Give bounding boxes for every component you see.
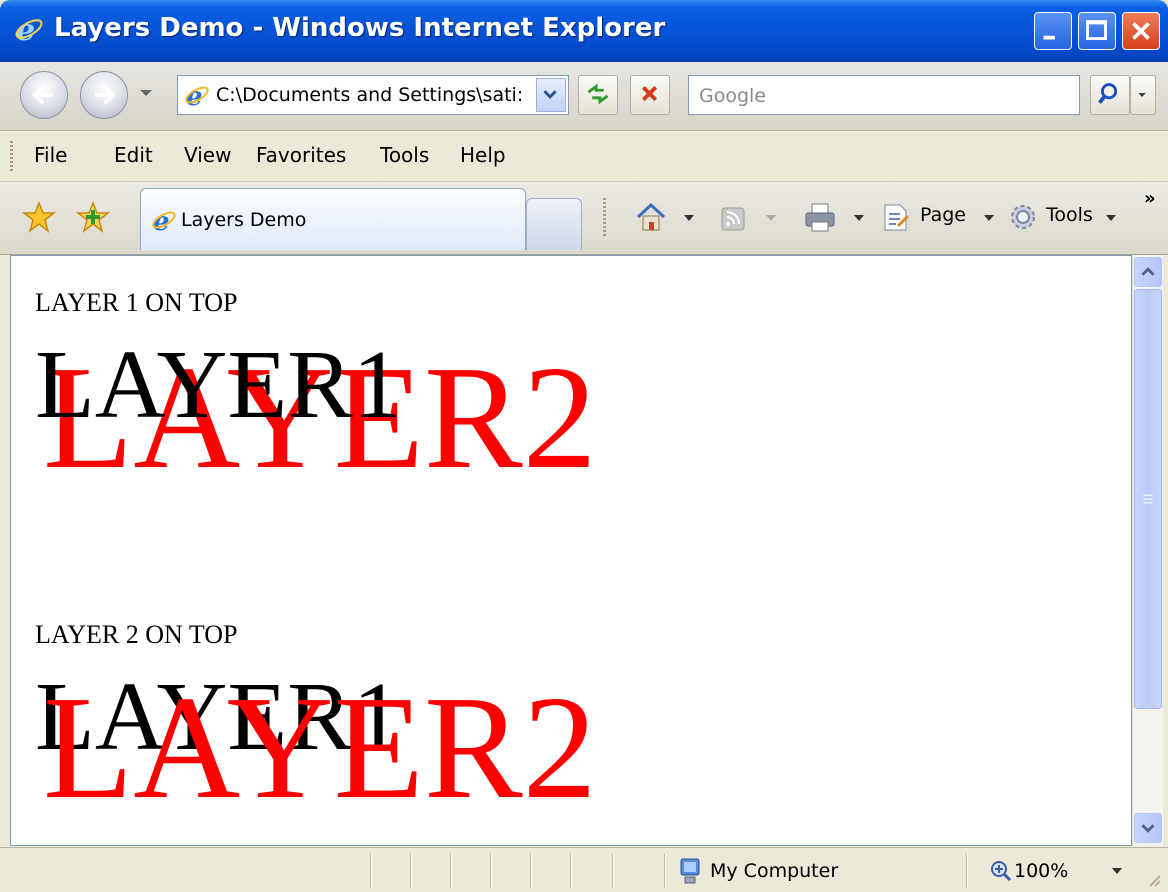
tab-command-bar: e Layers Demo Page Tools » bbox=[0, 182, 1168, 255]
address-toolbar: e C:\Documents and Settings\sati: Google bbox=[0, 62, 1168, 131]
maximize-icon bbox=[1086, 20, 1107, 40]
menu-view[interactable]: View bbox=[184, 143, 231, 167]
page-menu-label[interactable]: Page bbox=[920, 204, 966, 226]
security-zone-label[interactable]: My Computer bbox=[710, 860, 838, 882]
forward-icon bbox=[95, 86, 116, 104]
address-bar[interactable]: e C:\Documents and Settings\sati: bbox=[177, 75, 569, 115]
menu-file[interactable]: File bbox=[34, 143, 67, 167]
status-divider bbox=[966, 854, 968, 888]
scroll-thumb[interactable] bbox=[1134, 289, 1162, 709]
favorites-star-icon[interactable] bbox=[22, 200, 56, 234]
toolbar-grip[interactable] bbox=[603, 198, 606, 238]
status-divider bbox=[664, 854, 666, 888]
vertical-scrollbar[interactable] bbox=[1132, 255, 1163, 846]
chevron-down-icon bbox=[543, 90, 557, 99]
status-divider bbox=[612, 854, 614, 888]
resize-grip-icon[interactable] bbox=[1142, 868, 1162, 888]
chevron-up-icon bbox=[1141, 267, 1155, 276]
section2-layer2-text: LAYER2 bbox=[43, 666, 597, 830]
ie-logo-icon: e bbox=[15, 14, 43, 44]
section1-heading: LAYER 1 ON TOP bbox=[35, 288, 238, 317]
address-dropdown-button[interactable] bbox=[536, 78, 566, 112]
section1-layer1-text: LAYER1 bbox=[35, 331, 402, 439]
chevron-down-icon bbox=[1141, 824, 1155, 833]
status-divider bbox=[450, 854, 452, 888]
maximize-button[interactable] bbox=[1078, 12, 1116, 50]
my-computer-icon bbox=[680, 858, 700, 884]
minimize-icon bbox=[1043, 35, 1055, 40]
close-icon bbox=[1132, 22, 1150, 40]
print-icon[interactable] bbox=[802, 200, 838, 234]
back-icon bbox=[32, 86, 53, 104]
feeds-dropdown[interactable] bbox=[766, 215, 776, 221]
scroll-down-button[interactable] bbox=[1134, 813, 1162, 843]
title-bar[interactable]: e Layers Demo - Windows Internet Explore… bbox=[0, 0, 1168, 62]
stop-icon bbox=[642, 86, 658, 102]
window-title: Layers Demo - Windows Internet Explorer bbox=[54, 13, 666, 43]
status-divider bbox=[370, 854, 372, 888]
menu-favorites[interactable]: Favorites bbox=[256, 143, 346, 167]
search-input[interactable]: Google bbox=[699, 85, 766, 107]
menu-bar: File Edit View Favorites Tools Help bbox=[0, 131, 1168, 182]
ie-logo-icon: e bbox=[152, 207, 176, 233]
home-icon[interactable] bbox=[634, 200, 668, 234]
stop-button[interactable] bbox=[630, 75, 670, 115]
search-icon bbox=[1098, 83, 1118, 104]
chevron-more-icon[interactable]: » bbox=[1144, 188, 1156, 209]
grip-lines-icon bbox=[1143, 494, 1153, 504]
zoom-dropdown[interactable] bbox=[1112, 868, 1122, 874]
zoom-icon bbox=[991, 861, 1012, 882]
chevron-down-icon bbox=[1138, 93, 1146, 97]
page-icon[interactable] bbox=[880, 200, 912, 234]
search-box[interactable]: Google bbox=[688, 75, 1080, 115]
page-dropdown[interactable] bbox=[984, 215, 994, 221]
print-dropdown[interactable] bbox=[854, 215, 864, 221]
status-divider bbox=[490, 854, 492, 888]
toolbar-grip[interactable] bbox=[10, 141, 13, 171]
browser-window: e Layers Demo - Windows Internet Explore… bbox=[0, 0, 1168, 892]
refresh-icon bbox=[587, 83, 609, 105]
status-divider bbox=[410, 854, 412, 888]
menu-help[interactable]: Help bbox=[460, 143, 506, 167]
minimize-button[interactable] bbox=[1034, 12, 1072, 50]
ie-logo-icon: e bbox=[185, 82, 209, 108]
search-button[interactable] bbox=[1090, 75, 1130, 115]
tools-menu-label[interactable]: Tools bbox=[1046, 204, 1093, 226]
forward-button[interactable] bbox=[80, 71, 128, 119]
rss-feed-icon[interactable] bbox=[718, 200, 748, 234]
recent-pages-dropdown[interactable] bbox=[140, 90, 152, 96]
menu-tools[interactable]: Tools bbox=[380, 143, 429, 167]
close-window-button[interactable] bbox=[1122, 12, 1160, 50]
home-dropdown[interactable] bbox=[684, 215, 694, 221]
back-button[interactable] bbox=[20, 71, 68, 119]
tools-gear-icon[interactable] bbox=[1006, 200, 1040, 234]
page-viewport: LAYER 1 ON TOP LAYER2 LAYER1 LAYER 2 ON … bbox=[10, 255, 1132, 846]
status-divider bbox=[530, 854, 532, 888]
tab-label: Layers Demo bbox=[181, 209, 307, 231]
tools-dropdown[interactable] bbox=[1106, 215, 1116, 221]
add-favorites-icon[interactable] bbox=[76, 200, 110, 234]
refresh-button[interactable] bbox=[578, 75, 618, 115]
status-divider bbox=[570, 854, 572, 888]
zoom-level[interactable]: 100% bbox=[1014, 860, 1068, 882]
address-input[interactable]: C:\Documents and Settings\sati: bbox=[216, 84, 528, 106]
menu-edit[interactable]: Edit bbox=[114, 143, 153, 167]
new-tab-button[interactable] bbox=[526, 198, 582, 250]
search-options-dropdown[interactable] bbox=[1130, 75, 1156, 115]
section2-heading: LAYER 2 ON TOP bbox=[35, 620, 238, 649]
status-bar: My Computer 100% bbox=[0, 847, 1168, 892]
scroll-up-button[interactable] bbox=[1134, 257, 1162, 287]
tab-layers-demo[interactable]: e Layers Demo bbox=[140, 188, 526, 250]
